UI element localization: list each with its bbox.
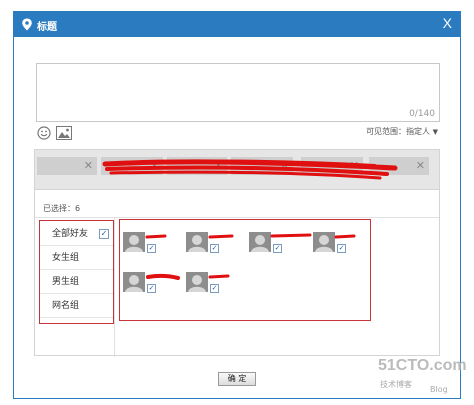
group-label: 男生组 <box>52 277 80 287</box>
message-textarea[interactable] <box>37 64 439 121</box>
character-counter: 0/140 <box>409 109 435 119</box>
group-label: 女生组 <box>52 253 80 263</box>
redaction-scribble <box>145 233 356 280</box>
friend-picker-dialog: 标题 X 0/140 可见范围：指定人 ▼ ✕ ✕ ✕ ✕ ✕ ✕ 已选择：6 … <box>13 11 461 399</box>
compose-box: 0/140 <box>36 63 440 122</box>
group-label: 网名组 <box>52 301 80 311</box>
selected-count: 已选择：6 <box>43 204 81 213</box>
redaction-scribble <box>102 159 398 180</box>
location-pin-icon <box>22 18 32 31</box>
friend-selection-panel: ✕ ✕ ✕ ✕ ✕ ✕ 已选择：6 全部好友 ✓ 女生组 男生组 网名组 ✓ ✓… <box>34 149 440 357</box>
selected-tags-bar: ✕ ✕ ✕ ✕ ✕ ✕ <box>35 150 439 190</box>
smile-icon[interactable] <box>37 126 51 140</box>
divider <box>35 217 439 218</box>
dialog-title: 标题 <box>37 22 57 33</box>
group-item-female[interactable]: 女生组 <box>40 247 113 270</box>
watermark-brand: 51CTO.com <box>378 357 467 374</box>
close-button[interactable]: X <box>443 15 452 31</box>
watermark-blog: Blog <box>430 385 448 394</box>
group-item-male[interactable]: 男生组 <box>40 271 113 294</box>
watermark-subtitle: 技术博客 <box>380 380 412 389</box>
group-item-all-friends[interactable]: 全部好友 ✓ <box>40 223 113 246</box>
visibility-label: 可见范围： <box>366 127 407 136</box>
confirm-button[interactable]: 确 定 <box>218 372 256 386</box>
visibility-selector[interactable]: 可见范围：指定人 ▼ <box>366 126 438 137</box>
group-checkbox[interactable]: ✓ <box>99 229 109 239</box>
dialog-titlebar: 标题 X <box>14 12 460 37</box>
watermark-logo: 51CTO.com 技术博客 Blog <box>378 357 468 397</box>
group-label: 全部好友 <box>52 229 89 239</box>
group-list: 全部好友 ✓ 女生组 男生组 网名组 <box>39 220 114 324</box>
divider <box>114 218 115 357</box>
visibility-value: 指定人 <box>406 127 431 136</box>
group-item-nickname[interactable]: 网名组 <box>40 295 113 318</box>
caret-down-icon: ▼ <box>432 128 438 136</box>
image-icon[interactable] <box>56 126 72 140</box>
friend-grid: ✓ ✓ ✓ ✓ ✓ ✓ <box>119 219 371 321</box>
